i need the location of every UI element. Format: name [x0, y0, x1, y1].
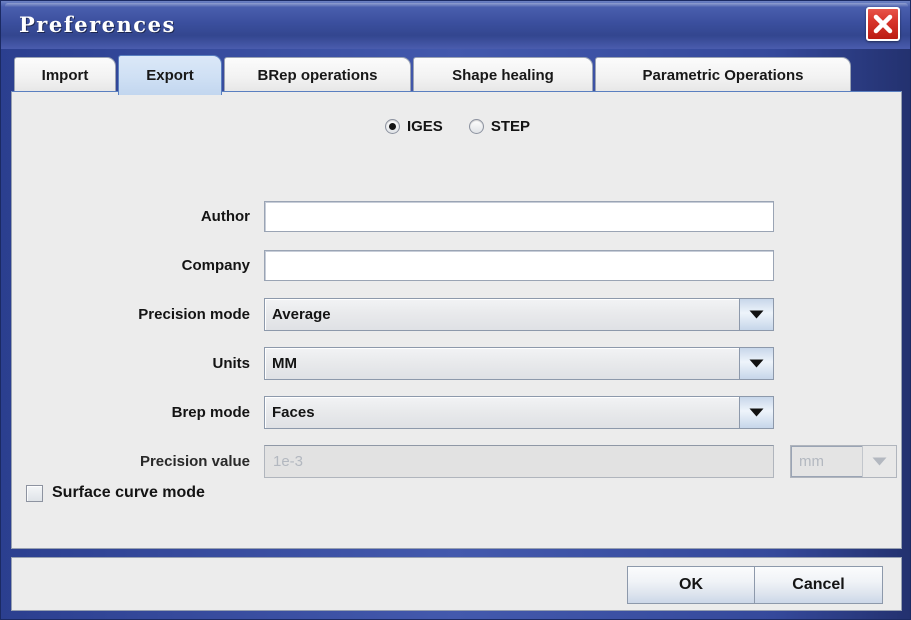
- author-label: Author: [12, 208, 264, 225]
- tab-export[interactable]: Export: [118, 55, 222, 95]
- dialog-footer: OK Cancel: [11, 557, 902, 611]
- company-input[interactable]: [264, 250, 774, 281]
- tab-strip: Import Export BRep operations Shape heal…: [9, 53, 904, 93]
- units-value: MM: [265, 348, 739, 379]
- close-button[interactable]: [866, 7, 900, 41]
- brep-mode-value: Faces: [265, 397, 739, 428]
- format-radio-group: IGES STEP: [12, 118, 903, 135]
- window-title: Preferences: [19, 12, 176, 37]
- checkbox-unchecked-icon: [26, 485, 43, 502]
- close-x-icon: [868, 9, 898, 39]
- form-row-author: Author: [12, 200, 903, 233]
- form-row-precision-mode: Precision mode Average: [12, 298, 903, 331]
- export-form: Author Company Precision mode Average: [12, 200, 903, 494]
- radio-label: IGES: [407, 118, 443, 135]
- tab-label: Shape healing: [452, 67, 554, 84]
- surface-curve-mode-label: Surface curve mode: [52, 484, 205, 502]
- precision-mode-label: Precision mode: [12, 306, 264, 323]
- preferences-dialog: Preferences Import Export BRep operation…: [0, 0, 911, 620]
- units-label: Units: [12, 355, 264, 372]
- radio-step[interactable]: STEP: [469, 118, 530, 135]
- surface-curve-mode-checkbox[interactable]: Surface curve mode: [26, 484, 205, 502]
- units-select[interactable]: MM: [264, 347, 774, 380]
- tab-parametric-operations[interactable]: Parametric Operations: [595, 57, 851, 93]
- tab-shape-healing[interactable]: Shape healing: [413, 57, 593, 93]
- cancel-button[interactable]: Cancel: [755, 566, 883, 604]
- precision-mode-value: Average: [265, 299, 739, 330]
- company-label: Company: [12, 257, 264, 274]
- chevron-down-icon[interactable]: [739, 299, 773, 330]
- chevron-down-icon[interactable]: [739, 397, 773, 428]
- radio-selected-icon: [385, 119, 400, 134]
- tab-label: Import: [42, 67, 89, 84]
- precision-value-input: 1e-3: [264, 445, 774, 478]
- chevron-down-glyph: [749, 310, 764, 319]
- brep-mode-label: Brep mode: [12, 404, 264, 421]
- form-row-brep-mode: Brep mode Faces: [12, 396, 903, 429]
- radio-unselected-icon: [469, 119, 484, 134]
- chevron-down-icon: [862, 446, 896, 477]
- title-bar: Preferences: [1, 1, 911, 49]
- precision-unit-value: mm: [791, 446, 862, 477]
- form-row-company: Company: [12, 249, 903, 282]
- author-input[interactable]: [264, 201, 774, 232]
- export-settings-panel: IGES STEP Author Company Precision mode …: [11, 91, 902, 549]
- form-row-units: Units MM: [12, 347, 903, 380]
- chevron-down-glyph: [749, 408, 764, 417]
- chevron-down-glyph: [872, 457, 887, 466]
- tab-brep-operations[interactable]: BRep operations: [224, 57, 411, 93]
- chevron-down-icon[interactable]: [739, 348, 773, 379]
- footer-button-group: OK Cancel: [627, 566, 883, 604]
- radio-iges[interactable]: IGES: [385, 118, 443, 135]
- tab-import[interactable]: Import: [14, 57, 116, 93]
- precision-value-label: Precision value: [12, 453, 264, 470]
- precision-mode-select[interactable]: Average: [264, 298, 774, 331]
- chevron-down-glyph: [749, 359, 764, 368]
- title-bar-highlight: [5, 3, 908, 7]
- radio-label: STEP: [491, 118, 530, 135]
- ok-button[interactable]: OK: [627, 566, 755, 604]
- tab-label: Export: [146, 67, 194, 84]
- precision-unit-select: mm: [790, 445, 897, 478]
- tab-label: BRep operations: [257, 67, 377, 84]
- brep-mode-select[interactable]: Faces: [264, 396, 774, 429]
- tab-label: Parametric Operations: [643, 67, 804, 84]
- form-row-precision-value: Precision value 1e-3 mm: [12, 445, 903, 478]
